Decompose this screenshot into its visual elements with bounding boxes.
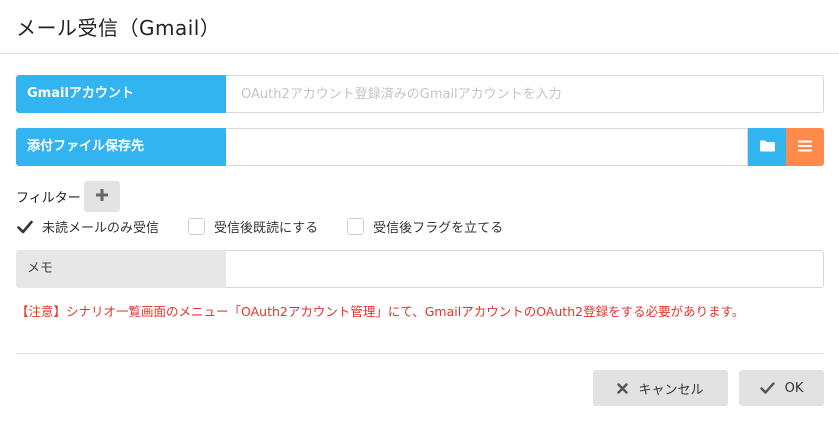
list-icon xyxy=(798,140,812,155)
option-unread-only[interactable]: 未読メールのみ受信 xyxy=(16,217,159,236)
ok-button[interactable]: OK xyxy=(739,370,824,406)
cancel-button[interactable]: キャンセル xyxy=(593,370,728,406)
attachment-dest-label: 添付ファイル保存先 xyxy=(16,128,226,166)
flag-label: 受信後フラグを立てる xyxy=(373,221,504,236)
mark-read-label: 受信後既読にする xyxy=(214,221,319,236)
ok-label: OK xyxy=(784,380,804,396)
unread-only-checkbox[interactable] xyxy=(16,218,33,235)
footer-divider xyxy=(16,353,823,354)
header-divider xyxy=(0,53,839,54)
cancel-label: キャンセル xyxy=(638,382,704,398)
notice-text: 【注意】シナリオ一覧画面のメニュー「OAuth2アカウント管理」にて、Gmail… xyxy=(16,304,745,319)
options-row: 未読メールのみ受信 受信後既読にする 受信後フラグを立てる xyxy=(16,217,532,236)
close-icon xyxy=(617,382,629,394)
attachment-dest-input[interactable] xyxy=(226,128,748,166)
plus-icon xyxy=(95,189,108,204)
memo-input[interactable] xyxy=(226,250,824,288)
filter-row: フィルター xyxy=(16,181,120,212)
gmail-account-label: Gmailアカウント xyxy=(16,75,226,113)
option-mark-read[interactable]: 受信後既読にする xyxy=(188,217,318,236)
folder-icon xyxy=(759,140,775,155)
gmail-account-row: Gmailアカウント xyxy=(16,75,824,113)
filter-label: フィルター xyxy=(16,191,81,206)
dialog-title: メール受信（Gmail） xyxy=(16,16,221,40)
attachment-dest-row: 添付ファイル保存先 xyxy=(16,128,824,166)
unread-only-label: 未読メールのみ受信 xyxy=(42,221,160,236)
mark-read-checkbox[interactable] xyxy=(188,218,206,235)
option-flag[interactable]: 受信後フラグを立てる xyxy=(347,217,503,236)
memo-row: メモ xyxy=(16,250,824,288)
flag-checkbox[interactable] xyxy=(347,218,365,235)
add-filter-button[interactable] xyxy=(83,181,120,212)
list-select-button[interactable] xyxy=(786,128,824,166)
check-icon xyxy=(759,382,775,394)
gmail-account-input[interactable] xyxy=(226,75,824,113)
folder-select-button[interactable] xyxy=(748,128,786,166)
memo-label: メモ xyxy=(16,250,226,288)
